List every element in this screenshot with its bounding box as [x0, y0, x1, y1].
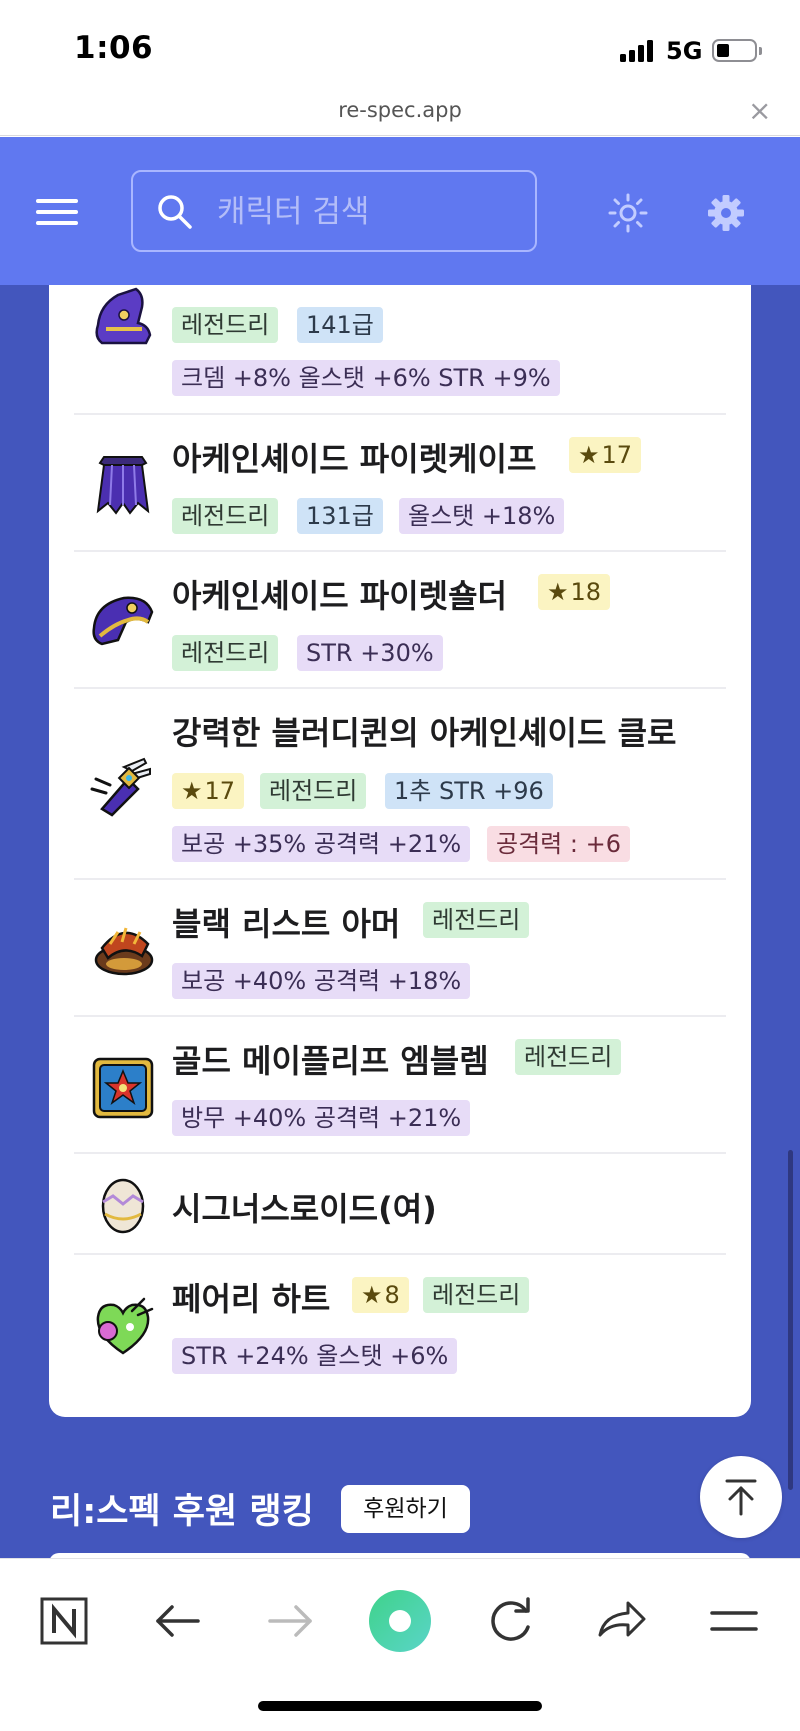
- item-tag: 1추 STR +96: [385, 773, 553, 809]
- item-tag: 131급: [297, 498, 383, 534]
- url-text[interactable]: re-spec.app: [0, 98, 800, 122]
- star-force-badge: ★18: [538, 574, 611, 610]
- item-name: 페어리 하트: [172, 1280, 331, 1318]
- arrow-up-icon: [725, 1479, 757, 1516]
- armor-icon: [94, 927, 154, 976]
- item-tag: 레전드리: [172, 307, 279, 343]
- scrollbar[interactable]: [788, 1150, 793, 1490]
- star-force-badge: ★17: [569, 437, 642, 473]
- scroll-to-top-button[interactable]: [700, 1456, 782, 1538]
- item-option: 공격력 : +6: [487, 826, 630, 862]
- search-box[interactable]: [131, 170, 537, 252]
- ranking-title: 리:스펙 후원 랭킹: [50, 1492, 314, 1532]
- star-force-badge: ★8: [352, 1277, 409, 1313]
- equipment-row[interactable]: 골드 메이플리프 엠블렘 레전드리 방무 +40% 공격력 +21%: [74, 1017, 726, 1154]
- sun-icon[interactable]: [608, 193, 648, 233]
- status-time: 1:06: [74, 30, 154, 66]
- green-circle-home-icon[interactable]: [366, 1587, 434, 1655]
- fairy-heart-icon: [96, 1297, 154, 1355]
- item-name: 강력한 블러디퀸의 아케인셰이드 클로: [172, 714, 677, 752]
- close-icon[interactable]: ×: [748, 94, 771, 127]
- item-name: 아케인셰이드 파이렛숄더: [172, 577, 507, 615]
- donate-button[interactable]: 후원하기: [341, 1485, 470, 1533]
- search-input[interactable]: [217, 190, 517, 234]
- equipment-row[interactable]: 레전드리 141급 크뎀 +8% 올스탯 +6% STR +9%: [74, 285, 726, 415]
- cape-icon: [96, 456, 150, 515]
- home-indicator: [258, 1701, 542, 1711]
- item-name: 시그너스로이드(여): [172, 1190, 437, 1228]
- item-option: STR +30%: [297, 635, 443, 671]
- equipment-row[interactable]: 강력한 블러디퀸의 아케인셰이드 클로 ★17 레전드리 1추 STR +96 …: [74, 689, 726, 880]
- search-icon: [158, 195, 192, 229]
- item-tag: 레전드리: [172, 635, 279, 671]
- item-tag: 레전드리: [172, 498, 279, 534]
- item-option: 크뎀 +8% 올스탯 +6% STR +9%: [172, 360, 560, 396]
- egg-icon: [101, 1178, 145, 1234]
- equipment-row[interactable]: 블랙 리스트 아머 레전드리 보공 +40% 공격력 +18%: [74, 880, 726, 1017]
- item-option: 방무 +40% 공격력 +21%: [172, 1100, 471, 1136]
- status-bar: 1:06 5G: [0, 0, 800, 92]
- menu-lines-icon[interactable]: [702, 1589, 766, 1653]
- purple-boots-icon: [95, 287, 152, 345]
- equipment-row[interactable]: 아케인셰이드 파이렛숄더 ★18 레전드리 STR +30%: [74, 552, 726, 689]
- back-arrow-icon[interactable]: [146, 1589, 210, 1653]
- item-option: 보공 +35% 공격력 +21%: [172, 826, 471, 862]
- equipment-row[interactable]: 아케인셰이드 파이렛케이프 ★17 레전드리 131급 올스탯 +18%: [74, 415, 726, 552]
- item-name: 아케인셰이드 파이렛케이프: [172, 440, 537, 478]
- hamburger-icon[interactable]: [36, 199, 78, 225]
- reload-icon[interactable]: [478, 1589, 542, 1653]
- item-tag: 141급: [297, 307, 383, 343]
- star-icon: ★: [181, 777, 203, 805]
- gear-icon[interactable]: [706, 193, 746, 233]
- star-icon: ★: [578, 441, 600, 469]
- signal-icon: [620, 40, 656, 62]
- equipment-row[interactable]: 페어리 하트 ★8 레전드리 STR +24% 올스탯 +6%: [74, 1255, 726, 1395]
- item-option: 보공 +40% 공격력 +18%: [172, 963, 471, 999]
- share-icon[interactable]: [590, 1589, 654, 1653]
- equipment-row[interactable]: 시그너스로이드(여): [74, 1154, 726, 1255]
- item-tag: 레전드리: [423, 902, 530, 938]
- item-name: 블랙 리스트 아머: [172, 905, 401, 943]
- forward-arrow-icon[interactable]: [258, 1589, 322, 1653]
- item-tag: 레전드리: [423, 1277, 530, 1313]
- item-name: 골드 메이플리프 엠블렘: [172, 1042, 489, 1080]
- app-header: [0, 137, 800, 285]
- item-tag: 레전드리: [515, 1039, 622, 1075]
- item-option: 올스탯 +18%: [399, 498, 565, 534]
- star-icon: ★: [547, 578, 569, 606]
- item-option: STR +24% 올스탯 +6%: [172, 1338, 458, 1374]
- star-icon: ★: [361, 1281, 383, 1309]
- shoulder-icon: [92, 596, 154, 646]
- claw-icon: [90, 757, 151, 817]
- browser-url-bar[interactable]: re-spec.app ×: [0, 92, 800, 136]
- network-type: 5G: [666, 37, 703, 65]
- emblem-icon: [92, 1057, 154, 1119]
- star-force-badge: ★17: [172, 773, 245, 809]
- item-tag: 레전드리: [260, 773, 367, 809]
- battery-icon: [712, 39, 762, 62]
- naver-n-icon[interactable]: [32, 1589, 96, 1653]
